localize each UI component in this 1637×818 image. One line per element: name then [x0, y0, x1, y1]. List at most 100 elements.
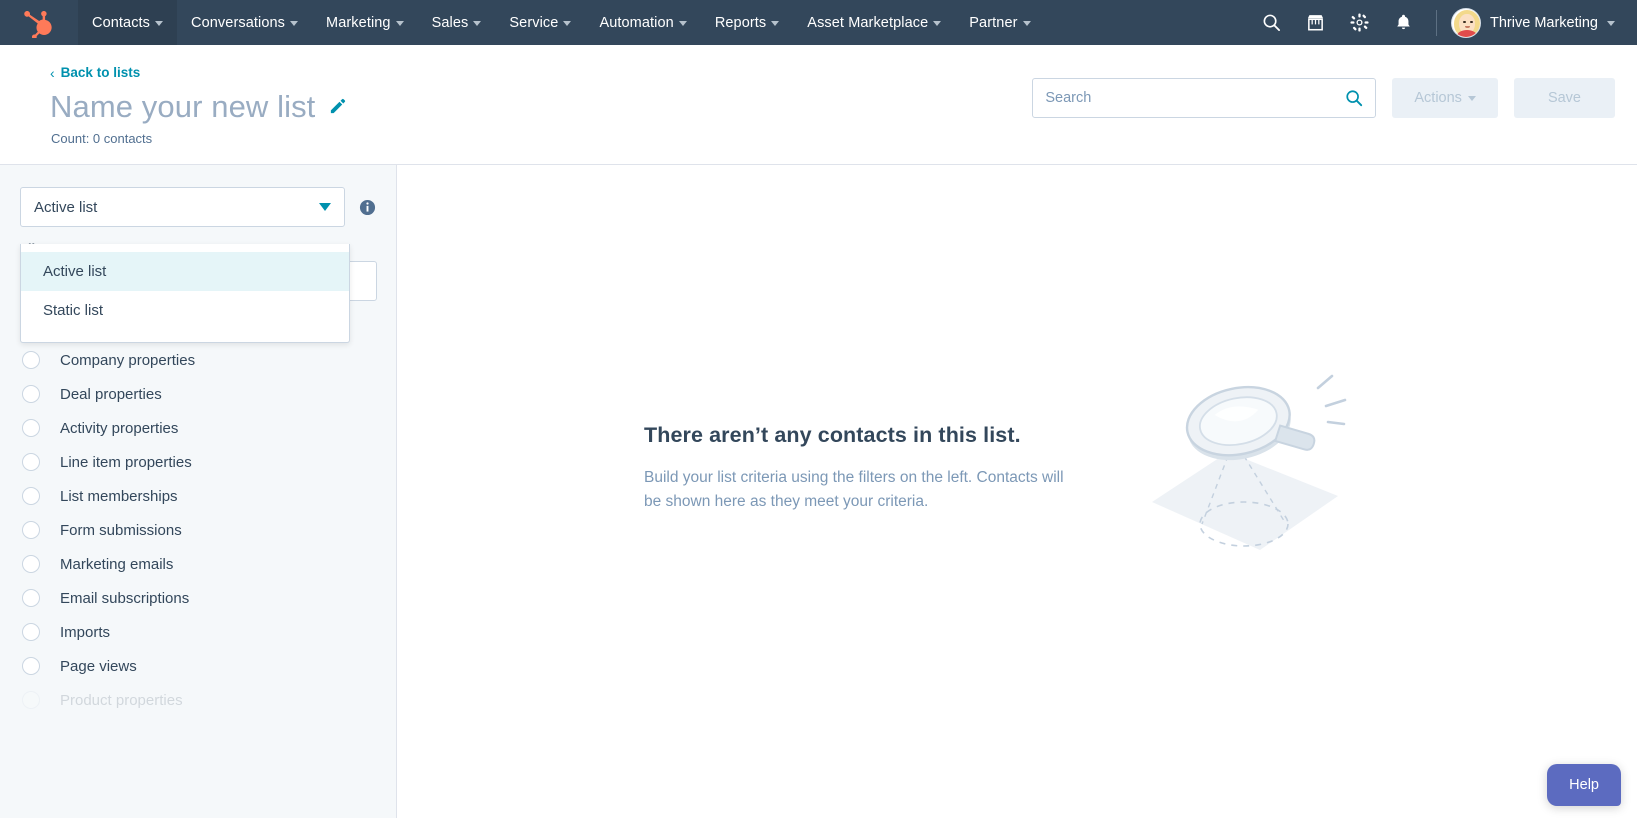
filter-option-imports[interactable]: Imports	[0, 615, 396, 649]
nav-item-reports[interactable]: Reports	[701, 0, 793, 45]
dropdown-option-label: Static list	[43, 302, 103, 319]
chevron-down-icon	[1607, 21, 1615, 26]
chevron-left-icon: ‹	[50, 66, 55, 80]
search-input[interactable]	[1045, 90, 1345, 106]
filter-option-company-properties[interactable]: Company properties	[0, 343, 396, 377]
filter-option-email-subscriptions[interactable]: Email subscriptions	[0, 581, 396, 615]
global-search-button[interactable]	[1250, 0, 1292, 45]
dropdown-option-static-list[interactable]: Static list	[21, 291, 349, 330]
radio-icon[interactable]	[22, 657, 40, 675]
filter-option-label: Form submissions	[60, 522, 182, 539]
nav-item-label: Automation	[599, 15, 673, 31]
filter-option-page-views[interactable]: Page views	[0, 649, 396, 683]
chevron-down-icon	[679, 21, 687, 26]
hubspot-logo-link[interactable]	[0, 0, 78, 45]
dropdown-option-label: Active list	[43, 263, 106, 280]
nav-item-contacts[interactable]: Contacts	[78, 0, 177, 45]
actions-button-label: Actions	[1414, 90, 1462, 106]
header-actions: Actions Save	[1032, 78, 1615, 118]
filter-option-label: Email subscriptions	[60, 590, 189, 607]
chevron-down-icon	[290, 21, 298, 26]
marketplace-button[interactable]	[1294, 0, 1336, 45]
nav-item-asset-marketplace[interactable]: Asset Marketplace	[793, 0, 955, 45]
nav-item-conversations[interactable]: Conversations	[177, 0, 312, 45]
filter-option-label: Product properties	[60, 692, 183, 709]
dropdown-option-active-list[interactable]: Active list	[21, 252, 349, 291]
radio-icon[interactable]	[22, 419, 40, 437]
filter-option-label: Company properties	[60, 352, 195, 369]
primary-nav-items: Contacts Conversations Marketing Sales S…	[78, 0, 1045, 45]
nav-item-label: Asset Marketplace	[807, 15, 928, 31]
filter-option-product-properties[interactable]: Product properties	[0, 683, 396, 717]
nav-item-label: Reports	[715, 15, 766, 31]
chevron-down-icon	[563, 21, 571, 26]
account-menu[interactable]: Thrive Marketing	[1451, 8, 1619, 38]
title-block: Name your new list Count: 0 contacts	[50, 90, 346, 146]
filter-option-list-memberships[interactable]: List memberships	[0, 479, 396, 513]
filter-option-label: Line item properties	[60, 454, 192, 471]
avatar	[1451, 8, 1481, 38]
chevron-down-icon	[1468, 96, 1476, 101]
radio-icon[interactable]	[22, 691, 40, 709]
chevron-down-icon	[1023, 21, 1031, 26]
radio-icon[interactable]	[22, 385, 40, 403]
filter-option-deal-properties[interactable]: Deal properties	[0, 377, 396, 411]
back-to-lists-link[interactable]: ‹ Back to lists	[50, 45, 140, 80]
sidebar-scroll-fade	[0, 762, 396, 818]
page-title: Name your new list	[50, 90, 315, 124]
nav-item-partner[interactable]: Partner	[955, 0, 1044, 45]
filter-option-marketing-emails[interactable]: Marketing emails	[0, 547, 396, 581]
nav-item-automation[interactable]: Automation	[585, 0, 700, 45]
actions-button[interactable]: Actions	[1392, 78, 1498, 118]
help-button[interactable]: Help	[1547, 764, 1621, 806]
filter-option-label: Activity properties	[60, 420, 178, 437]
account-name-label: Thrive Marketing	[1490, 15, 1598, 31]
chevron-down-icon	[319, 203, 331, 211]
gear-icon	[1350, 13, 1369, 32]
radio-icon[interactable]	[22, 453, 40, 471]
marketplace-icon	[1306, 13, 1325, 32]
body-split: Active list Filters Contact properties	[0, 164, 1637, 818]
filter-option-label: Page views	[60, 658, 137, 675]
chevron-down-icon	[396, 21, 404, 26]
nav-item-label: Partner	[969, 15, 1017, 31]
radio-icon[interactable]	[22, 589, 40, 607]
radio-icon[interactable]	[22, 351, 40, 369]
radio-icon[interactable]	[22, 521, 40, 539]
page-header: ‹ Back to lists Name your new list Count…	[0, 45, 1637, 164]
chevron-down-icon	[933, 21, 941, 26]
nav-item-service[interactable]: Service	[495, 0, 585, 45]
filter-option-label: List memberships	[60, 488, 178, 505]
nav-item-marketing[interactable]: Marketing	[312, 0, 418, 45]
empty-state-description: Build your list criteria using the filte…	[644, 466, 1076, 513]
radio-icon[interactable]	[22, 487, 40, 505]
nav-right-cluster: Thrive Marketing	[1250, 0, 1637, 45]
settings-button[interactable]	[1338, 0, 1380, 45]
save-button[interactable]: Save	[1514, 78, 1615, 118]
pencil-icon	[329, 98, 346, 115]
magnifying-glass-search-illustration	[1140, 374, 1350, 564]
empty-state: There aren’t any contacts in this list. …	[644, 374, 1350, 564]
radio-icon[interactable]	[22, 555, 40, 573]
filter-option-activity-properties[interactable]: Activity properties	[0, 411, 396, 445]
edit-list-name-button[interactable]	[329, 98, 346, 115]
search-icon	[1262, 13, 1281, 32]
chevron-down-icon	[771, 21, 779, 26]
list-search-box[interactable]	[1032, 78, 1376, 118]
top-navigation-bar: Contacts Conversations Marketing Sales S…	[0, 0, 1637, 45]
filters-sidebar: Active list Filters Contact properties	[0, 164, 397, 818]
nav-item-label: Conversations	[191, 15, 285, 31]
notifications-bell-icon	[1394, 13, 1413, 32]
list-type-select[interactable]: Active list	[20, 187, 345, 227]
radio-icon[interactable]	[22, 623, 40, 641]
nav-item-sales[interactable]: Sales	[418, 0, 496, 45]
back-to-lists-label: Back to lists	[61, 65, 141, 80]
nav-item-label: Sales	[432, 15, 469, 31]
main-content-area: There aren’t any contacts in this list. …	[397, 164, 1637, 818]
filter-option-line-item-properties[interactable]: Line item properties	[0, 445, 396, 479]
search-icon[interactable]	[1345, 89, 1363, 107]
filter-option-form-submissions[interactable]: Form submissions	[0, 513, 396, 547]
list-type-info-button[interactable]	[359, 199, 376, 216]
notifications-button[interactable]	[1382, 0, 1424, 45]
filter-option-label: Imports	[60, 624, 110, 641]
